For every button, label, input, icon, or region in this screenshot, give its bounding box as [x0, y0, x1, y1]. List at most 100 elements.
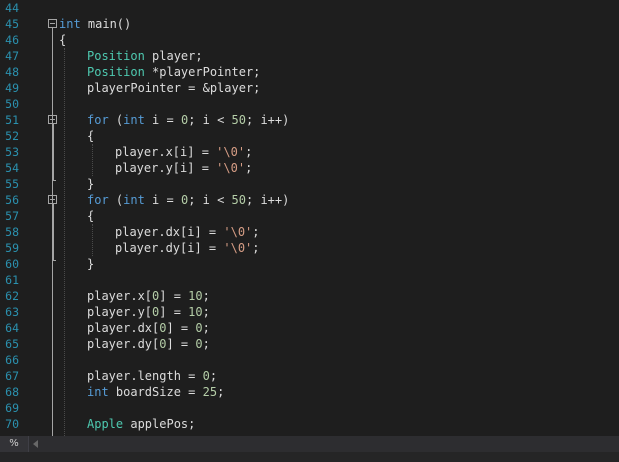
code-text: player.dy[i] = '\0';: [115, 240, 260, 256]
line-number: 69: [5, 401, 19, 415]
code-line[interactable]: 67 player.length = 0;: [0, 368, 619, 384]
outline-bar: [53, 123, 54, 180]
code-line[interactable]: 60 }: [0, 256, 619, 272]
line-number: 55: [5, 177, 19, 191]
number-literal: 0: [195, 321, 203, 335]
line-number: 59: [5, 241, 19, 255]
code-token: ] =: [166, 321, 196, 335]
code-text: player.x[i] = '\0';: [115, 144, 252, 160]
code-token: player.y[i] =: [115, 161, 217, 175]
line-number: 50: [5, 97, 19, 111]
code-line[interactable]: 50: [0, 96, 619, 112]
line-number: 47: [5, 49, 19, 63]
code-text: playerPointer = &player;: [87, 81, 261, 95]
horizontal-scrollbar[interactable]: %: [0, 436, 619, 452]
code-text: player.y[0] = 10;: [87, 304, 210, 320]
code-line[interactable]: 64 player.dx[0] = 0;: [0, 320, 619, 336]
code-line[interactable]: 45 int main(): [0, 16, 619, 32]
outline-end: [52, 260, 56, 261]
line-number: 66: [5, 353, 19, 367]
code-token: player.dx[: [87, 321, 160, 335]
code-line[interactable]: 70 Apple applePos;: [0, 416, 619, 432]
string-literal: '\0': [223, 225, 253, 239]
number-literal: 50: [231, 113, 246, 127]
code-line[interactable]: 61: [0, 272, 619, 288]
code-line[interactable]: 62 player.x[0] = 10;: [0, 288, 619, 304]
code-token: ;: [217, 385, 225, 399]
code-token: player.dy[: [87, 337, 160, 351]
code-text: for (int i = 0; i < 50; i++): [87, 112, 289, 128]
line-number: 53: [5, 145, 19, 159]
code-token: ;: [202, 305, 210, 319]
code-line[interactable]: 51 for (int i = 0; i < 50; i++): [0, 112, 619, 128]
code-line[interactable]: 68 int boardSize = 25;: [0, 384, 619, 400]
keyword: int: [87, 385, 109, 399]
code-text: int main(): [59, 16, 131, 32]
keyword: for: [87, 193, 109, 207]
indent-guide: [64, 48, 65, 436]
zoom-label: %: [9, 438, 19, 449]
code-token: (: [108, 193, 124, 207]
code-line[interactable]: 49 playerPointer = &player;: [0, 80, 619, 96]
line-number: 45: [5, 17, 19, 31]
status-strip: [0, 452, 619, 462]
code-line[interactable]: 56 for (int i = 0; i < 50; i++): [0, 192, 619, 208]
code-token: player.x[: [87, 289, 153, 303]
code-line[interactable]: 46 {: [0, 32, 619, 48]
code-text: {: [87, 129, 95, 143]
code-line[interactable]: 48 Position *playerPointer;: [0, 64, 619, 80]
code-token: applePos;: [123, 417, 196, 431]
code-text: }: [87, 177, 95, 191]
code-editor[interactable]: 44 45 int main() 46 { 47 Position player…: [0, 0, 619, 462]
code-line[interactable]: 66: [0, 352, 619, 368]
line-number: 62: [5, 289, 19, 303]
code-text: Position player;: [87, 48, 203, 64]
number-literal: 10: [188, 305, 203, 319]
number-literal: 25: [202, 385, 218, 399]
keyword: int: [59, 17, 81, 31]
code-token: ] =: [166, 337, 196, 351]
zoom-selector[interactable]: %: [0, 436, 29, 452]
code-token: boardSize =: [108, 385, 203, 399]
code-token: ] =: [159, 289, 189, 303]
line-number: 52: [5, 129, 19, 143]
line-number: 48: [5, 65, 19, 79]
string-literal: '\0': [216, 161, 246, 175]
code-line[interactable]: 47 Position player;: [0, 48, 619, 64]
code-text: player.dy[0] = 0;: [87, 336, 210, 352]
code-token: player.y[: [87, 305, 153, 319]
code-line[interactable]: 69: [0, 400, 619, 416]
code-token: ; i <: [188, 113, 232, 127]
code-line[interactable]: 65 player.dy[0] = 0;: [0, 336, 619, 352]
keyword: int: [123, 193, 145, 207]
code-text: }: [87, 257, 95, 271]
number-literal: 50: [231, 193, 246, 207]
code-token: player.x[i] =: [115, 145, 217, 159]
code-text: {: [87, 209, 95, 223]
indent-guide: [92, 224, 93, 256]
indent-guide: [92, 144, 93, 176]
line-number: 61: [5, 273, 19, 287]
code-token: ;: [252, 225, 260, 239]
code-token: ;: [202, 289, 210, 303]
line-number: 54: [5, 161, 19, 175]
scroll-left-arrow-icon[interactable]: [33, 440, 38, 448]
line-number: 63: [5, 305, 19, 319]
string-literal: '\0': [216, 145, 246, 159]
code-line[interactable]: 55 }: [0, 176, 619, 192]
code-text: player.y[i] = '\0';: [115, 160, 252, 176]
code-line[interactable]: 44: [0, 0, 619, 16]
code-token: main(): [80, 17, 132, 31]
code-token: player.dy[i] =: [115, 241, 224, 255]
code-text: {: [59, 33, 67, 47]
code-line[interactable]: 57 {: [0, 208, 619, 224]
code-token: ; i++): [246, 113, 290, 127]
line-number: 68: [5, 385, 19, 399]
code-line[interactable]: 52 {: [0, 128, 619, 144]
code-token: ;: [202, 321, 210, 335]
code-line[interactable]: 63 player.y[0] = 10;: [0, 304, 619, 320]
code-token: (: [108, 113, 124, 127]
line-number: 65: [5, 337, 19, 351]
line-number: 56: [5, 193, 19, 207]
number-literal: 0: [202, 369, 210, 383]
